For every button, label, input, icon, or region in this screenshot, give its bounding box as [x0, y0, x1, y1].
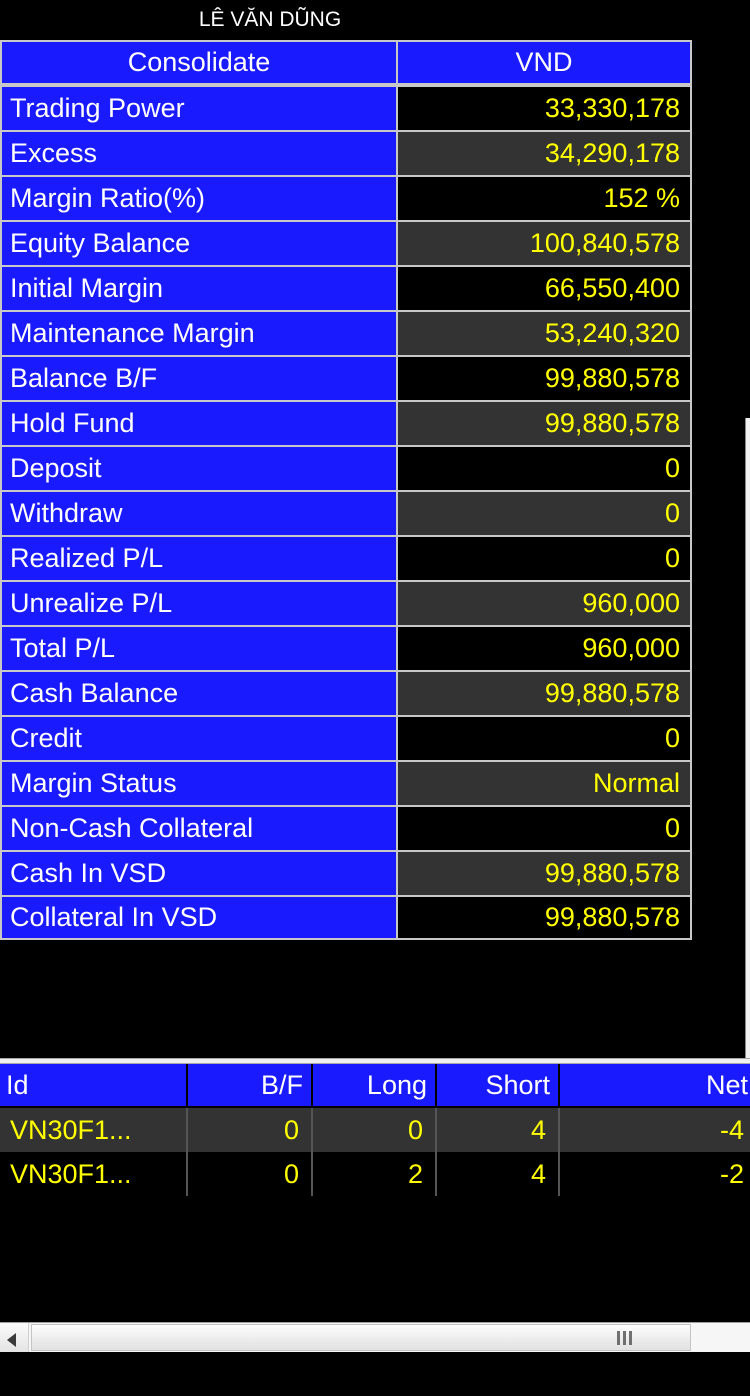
position-short: 4	[437, 1152, 560, 1196]
row-label-trading-power: Trading Power	[0, 85, 398, 130]
positions-table: Id B/F Long Short Net VN30F1... 0 0 4 -4…	[0, 1064, 750, 1196]
row-value-excess: 34,290,178	[398, 130, 692, 175]
table-row[interactable]: Withdraw 0	[0, 490, 692, 535]
row-label-balance-bf: Balance B/F	[0, 355, 398, 400]
scrollbar-track[interactable]	[29, 1323, 750, 1352]
row-label-maintenance-margin: Maintenance Margin	[0, 310, 398, 355]
table-row[interactable]: Deposit 0	[0, 445, 692, 490]
row-value-credit: 0	[398, 715, 692, 760]
position-bf: 0	[188, 1108, 313, 1152]
table-row[interactable]: VN30F1... 0 2 4 -2	[0, 1152, 750, 1196]
table-row[interactable]: Unrealize P/L 960,000	[0, 580, 692, 625]
table-row[interactable]: Equity Balance 100,840,578	[0, 220, 692, 265]
position-long: 0	[313, 1108, 437, 1152]
row-label-withdraw: Withdraw	[0, 490, 398, 535]
row-label-total-pl: Total P/L	[0, 625, 398, 670]
row-value-maintenance-margin: 53,240,320	[398, 310, 692, 355]
scroll-left-button[interactable]	[0, 1323, 29, 1352]
table-row[interactable]: Cash Balance 99,880,578	[0, 670, 692, 715]
table-row[interactable]: Cash In VSD 99,880,578	[0, 850, 692, 895]
positions-header-row: Id B/F Long Short Net	[0, 1064, 750, 1108]
row-value-trading-power: 33,330,178	[398, 85, 692, 130]
positions-horizontal-scrollbar[interactable]	[0, 1322, 750, 1352]
table-row[interactable]: Credit 0	[0, 715, 692, 760]
position-long: 2	[313, 1152, 437, 1196]
status-badge-margin-status: Normal	[398, 760, 692, 805]
row-label-deposit: Deposit	[0, 445, 398, 490]
table-row[interactable]: Total P/L 960,000	[0, 625, 692, 670]
position-short: 4	[437, 1108, 560, 1152]
row-label-hold-fund: Hold Fund	[0, 400, 398, 445]
row-value-hold-fund: 99,880,578	[398, 400, 692, 445]
table-row[interactable]: VN30F1... 0 0 4 -4	[0, 1108, 750, 1152]
row-label-margin-status: Margin Status	[0, 760, 398, 805]
row-value-unrealize-pl: 960,000	[398, 580, 692, 625]
row-value-collateral-in-vsd: 99,880,578	[398, 895, 692, 940]
position-id: VN30F1...	[0, 1108, 188, 1152]
row-value-balance-bf: 99,880,578	[398, 355, 692, 400]
position-net: -2	[560, 1152, 750, 1196]
triangle-left-icon	[7, 1333, 16, 1347]
position-bf: 0	[188, 1152, 313, 1196]
table-row[interactable]: Non-Cash Collateral 0	[0, 805, 692, 850]
row-label-non-cash-collateral: Non-Cash Collateral	[0, 805, 398, 850]
row-value-cash-in-vsd: 99,880,578	[398, 850, 692, 895]
table-row[interactable]: Balance B/F 99,880,578	[0, 355, 692, 400]
table-row[interactable]: Margin Status Normal	[0, 760, 692, 805]
grip-lines-icon	[617, 1331, 633, 1345]
positions-header-id[interactable]: Id	[0, 1064, 188, 1108]
table-row[interactable]: Trading Power 33,330,178	[0, 85, 692, 130]
row-label-excess: Excess	[0, 130, 398, 175]
row-label-initial-margin: Initial Margin	[0, 265, 398, 310]
table-row[interactable]: Realized P/L 0	[0, 535, 692, 580]
row-label-equity-balance: Equity Balance	[0, 220, 398, 265]
row-label-credit: Credit	[0, 715, 398, 760]
row-value-equity-balance: 100,840,578	[398, 220, 692, 265]
table-row[interactable]: Maintenance Margin 53,240,320	[0, 310, 692, 355]
row-value-non-cash-collateral: 0	[398, 805, 692, 850]
row-value-cash-balance: 99,880,578	[398, 670, 692, 715]
positions-header-short[interactable]: Short	[437, 1064, 560, 1108]
row-value-margin-ratio: 152 %	[398, 175, 692, 220]
table-row[interactable]: Margin Ratio(%) 152 %	[0, 175, 692, 220]
row-value-initial-margin: 66,550,400	[398, 265, 692, 310]
row-label-realized-pl: Realized P/L	[0, 535, 398, 580]
table-row[interactable]: Hold Fund 99,880,578	[0, 400, 692, 445]
row-value-deposit: 0	[398, 445, 692, 490]
row-label-cash-in-vsd: Cash In VSD	[0, 850, 398, 895]
table-row[interactable]: Excess 34,290,178	[0, 130, 692, 175]
scrollbar-thumb[interactable]	[31, 1324, 691, 1351]
positions-panel: Id B/F Long Short Net VN30F1... 0 0 4 -4…	[0, 1064, 750, 1352]
summary-header-row: Consolidate VND	[0, 40, 692, 85]
row-value-withdraw: 0	[398, 490, 692, 535]
summary-vertical-scrollbar[interactable]	[745, 418, 750, 1058]
row-label-cash-balance: Cash Balance	[0, 670, 398, 715]
position-net: -4	[560, 1108, 750, 1152]
row-label-unrealize-pl: Unrealize P/L	[0, 580, 398, 625]
summary-header-consolidate[interactable]: Consolidate	[0, 40, 398, 85]
table-row[interactable]: Initial Margin 66,550,400	[0, 265, 692, 310]
row-label-collateral-in-vsd: Collateral In VSD	[0, 895, 398, 940]
positions-header-bf[interactable]: B/F	[188, 1064, 313, 1108]
positions-header-long[interactable]: Long	[313, 1064, 437, 1108]
row-value-realized-pl: 0	[398, 535, 692, 580]
row-value-total-pl: 960,000	[398, 625, 692, 670]
consolidate-summary-panel: Consolidate VND Trading Power 33,330,178…	[0, 40, 750, 1058]
consolidate-summary-table: Consolidate VND Trading Power 33,330,178…	[0, 40, 692, 940]
summary-header-currency[interactable]: VND	[398, 40, 692, 85]
table-row[interactable]: Collateral In VSD 99,880,578	[0, 895, 692, 940]
positions-header-net[interactable]: Net	[560, 1064, 750, 1108]
account-holder-title: LÊ VĂN DŨNG	[0, 0, 750, 40]
position-id: VN30F1...	[0, 1152, 188, 1196]
row-label-margin-ratio: Margin Ratio(%)	[0, 175, 398, 220]
